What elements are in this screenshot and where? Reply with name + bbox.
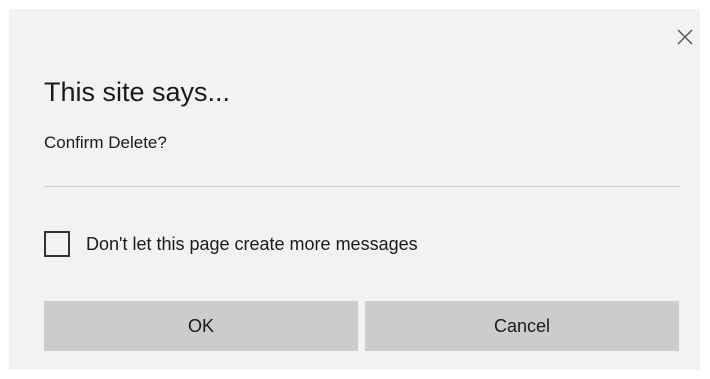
ok-button[interactable]: OK bbox=[44, 301, 358, 351]
suppress-messages-checkbox[interactable] bbox=[44, 231, 70, 257]
cancel-button[interactable]: Cancel bbox=[365, 301, 679, 351]
dialog-message: Confirm Delete? bbox=[44, 133, 167, 152]
suppress-messages-option[interactable]: Don't let this page create more messages bbox=[44, 229, 418, 259]
close-icon bbox=[673, 25, 697, 49]
close-button[interactable] bbox=[673, 25, 697, 49]
alert-dialog: This site says... Confirm Delete? Don't … bbox=[9, 9, 700, 370]
suppress-messages-label: Don't let this page create more messages bbox=[86, 233, 418, 254]
divider bbox=[44, 186, 680, 187]
dialog-title: This site says... bbox=[44, 77, 231, 107]
